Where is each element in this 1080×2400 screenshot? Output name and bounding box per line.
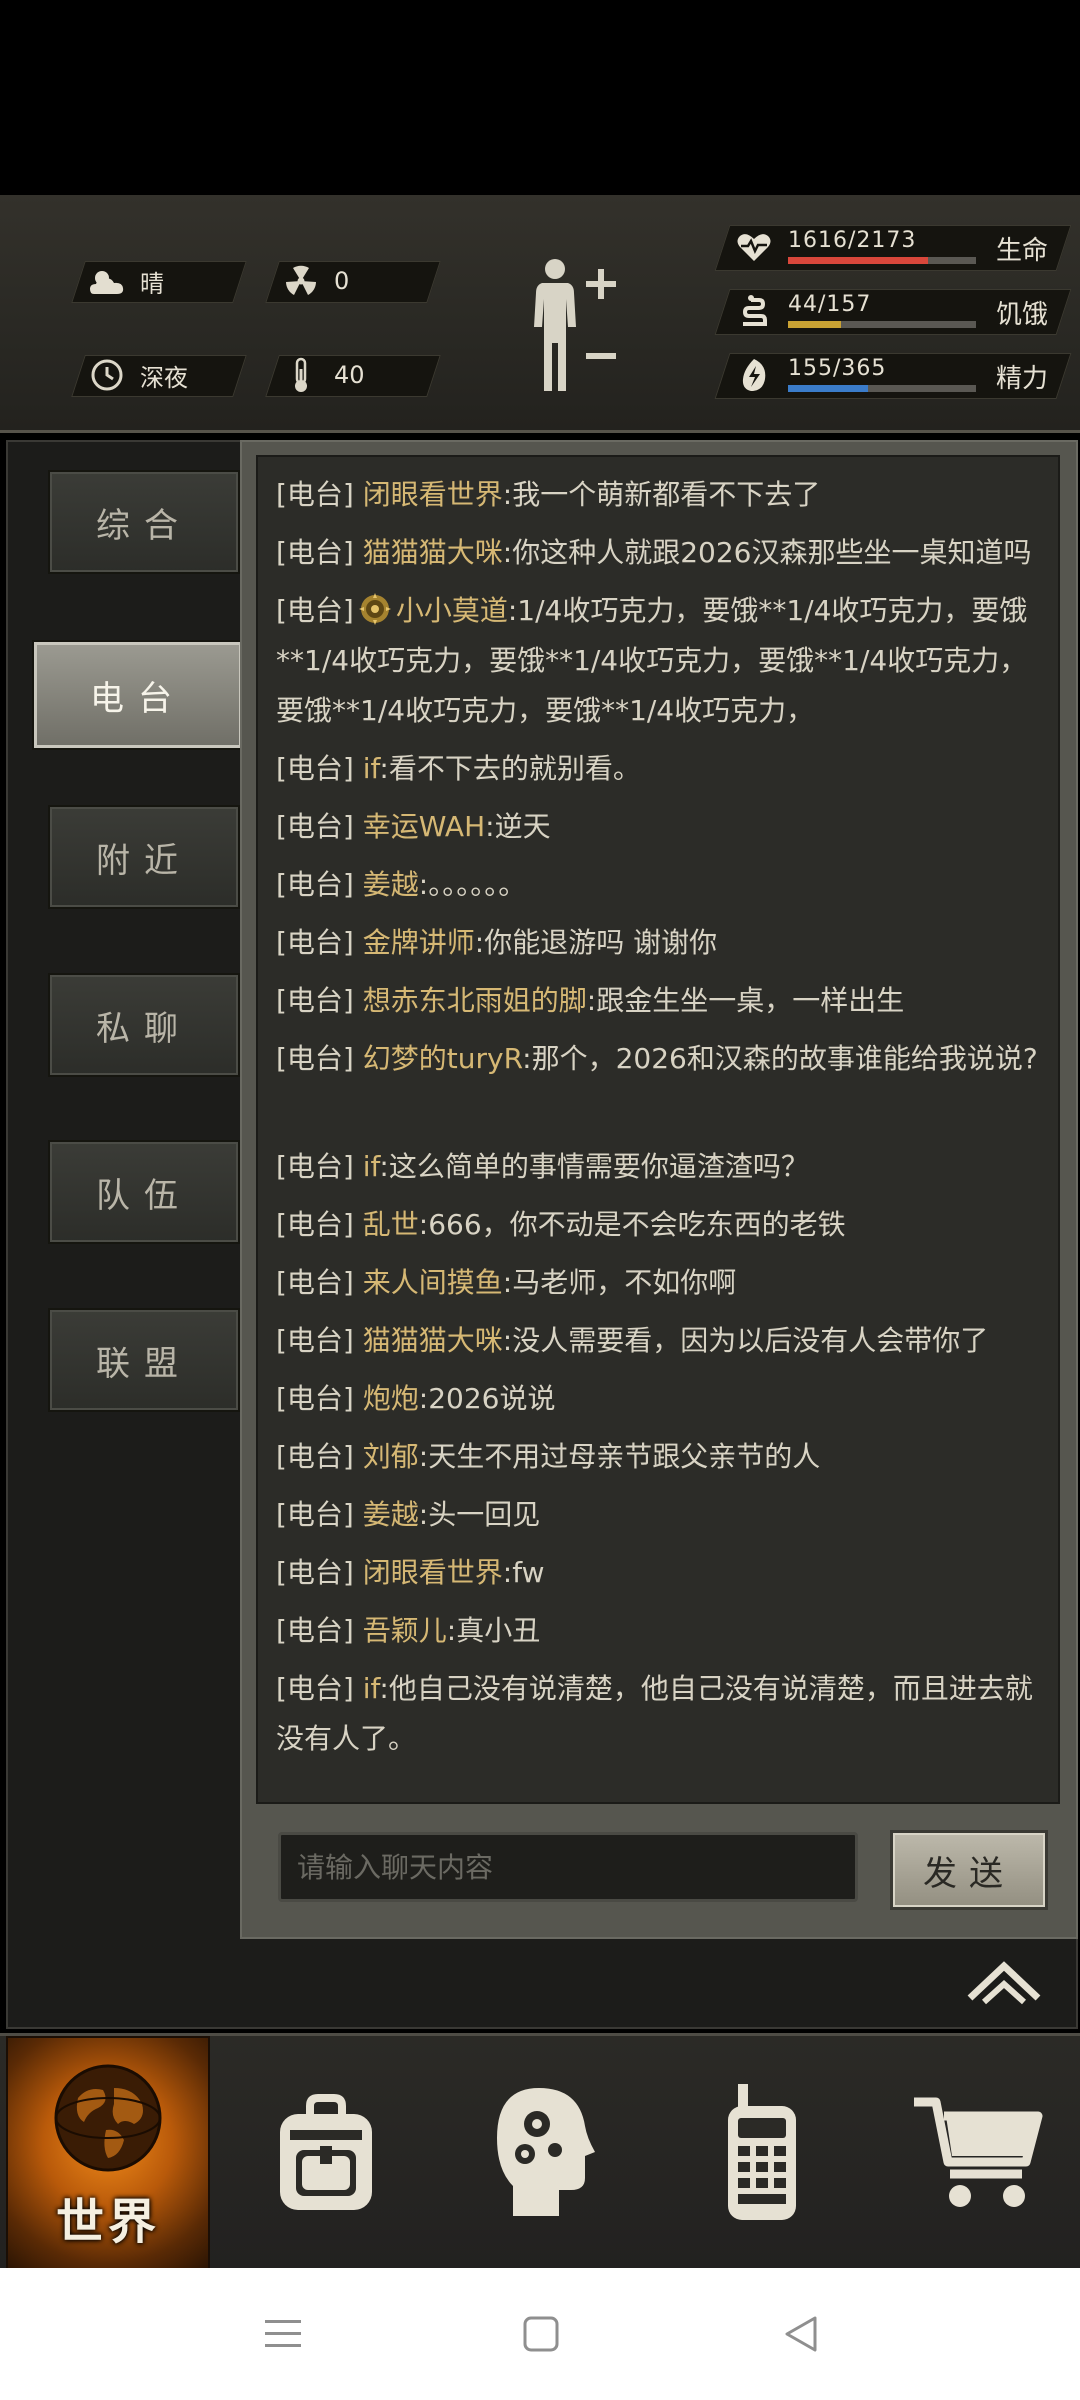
radio-icon (728, 2084, 796, 2220)
chat-input[interactable] (278, 1832, 858, 1902)
weather-text: 晴 (140, 269, 164, 298)
body-status-button[interactable] (520, 255, 630, 395)
back-icon[interactable] (776, 2312, 826, 2356)
menu-icon[interactable] (258, 2312, 308, 2356)
collapse-chat-button[interactable] (966, 1958, 1042, 2008)
tab-nearby[interactable]: 附近 (48, 805, 240, 909)
chat-username[interactable]: 小小莫道 (396, 594, 508, 627)
chat-username[interactable]: 闭眼看世界 (363, 478, 503, 511)
chat-username[interactable]: 猫猫猫大咪 (363, 1324, 503, 1357)
weather-sun-cloud-icon (88, 262, 126, 300)
energy-label: 精力 (995, 364, 1048, 394)
player-badge-icon (358, 592, 392, 626)
hunger-value: 44/157 (788, 292, 872, 317)
chat-message: [电台] 姜越:。。。。。。 (276, 868, 527, 901)
chat-message: [电台] 幻梦的turyR:那个，2026和汉森的故事谁能给我说说? (276, 1042, 1038, 1075)
chat-message: [电台] 来人间摸鱼:马老师，不如你啊 (276, 1266, 737, 1299)
nav-world[interactable]: 世界 (6, 2036, 210, 2272)
chat-username[interactable]: 金牌讲师 (363, 926, 475, 959)
thermometer-icon (282, 356, 320, 394)
globe-icon (54, 2064, 162, 2172)
radiation-display: 0 (282, 261, 349, 301)
player-hud: 晴 0 深夜 40 1616/2173 生命 44/157 饥饿 155/365… (0, 195, 1080, 433)
tab-radio[interactable]: 电台 (32, 640, 244, 750)
chat-username[interactable]: 姜越 (363, 868, 419, 901)
chat-message: [电台] 幸运WAH:逆天 (276, 810, 551, 843)
chevron-up-icon (967, 1961, 1041, 2005)
stat-energy: 155/365 精力 (714, 353, 1072, 399)
time-display: 深夜 (88, 355, 188, 395)
chat-username[interactable]: 乱世 (363, 1208, 419, 1241)
hunger-icon (734, 291, 774, 331)
clock-icon (88, 356, 126, 394)
stat-health: 1616/2173 生命 (714, 225, 1072, 271)
energy-bar (788, 385, 976, 392)
nav-backpack[interactable] (226, 2036, 426, 2268)
backpack-icon (280, 2094, 372, 2210)
chat-username[interactable]: 吾颖儿 (363, 1614, 447, 1647)
system-nav-bar (0, 2268, 1080, 2400)
cart-icon (914, 2097, 1043, 2207)
hunger-bar (788, 321, 976, 328)
chat-username[interactable]: 刘郁 (363, 1440, 419, 1473)
chat-username[interactable]: 来人间摸鱼 (363, 1266, 503, 1299)
chat-message: [电台] 想赤东北雨姐的脚:跟金生坐一桌，一样出生 (276, 984, 905, 1017)
chat-message: [电台] if:看不下去的就别看。 (276, 752, 641, 785)
skills-head-icon (497, 2088, 595, 2216)
chat-message: [电台] 炮炮:2026说说 (276, 1382, 556, 1415)
body-figure-icon (534, 259, 616, 391)
chat-username[interactable]: 猫猫猫大咪 (363, 536, 503, 569)
chat-username[interactable]: 想赤东北雨姐的脚 (363, 984, 587, 1017)
chat-message: [电台] if:他自己没有说清楚，他自己没有说清楚，而且进去就没有人了。 (276, 1672, 1033, 1755)
nav-skills[interactable] (444, 2036, 644, 2268)
chat-username[interactable]: if (363, 1672, 380, 1705)
radiation-icon (282, 262, 320, 300)
temperature-display: 40 (282, 355, 365, 395)
stat-hunger: 44/157 饥饿 (714, 289, 1072, 335)
heart-pulse-icon (734, 227, 774, 267)
health-value: 1616/2173 (788, 228, 917, 253)
energy-value: 155/365 (788, 356, 887, 381)
health-label: 生命 (995, 236, 1048, 266)
tab-private[interactable]: 私聊 (48, 973, 240, 1077)
chat-message: [电台] 闭眼看世界:fw (276, 1556, 545, 1589)
tab-alliance[interactable]: 联盟 (48, 1308, 240, 1412)
energy-icon (734, 355, 774, 395)
chat-message: [电台] 乱世:666，你不动是不会吃东西的老铁 (276, 1208, 846, 1241)
weather-display: 晴 (88, 261, 164, 301)
send-button[interactable]: 发送 (890, 1830, 1048, 1910)
chat-message: [电台] 小小莫道:1/4收巧克力，要饿**1/4收巧克力，要饿**1/4收巧克力… (276, 592, 1028, 727)
chat-username[interactable]: 炮炮 (363, 1382, 419, 1415)
time-of-day-text: 深夜 (140, 363, 188, 392)
chat-message: [电台] 猫猫猫大咪:你这种人就跟2026汉森那些坐一桌知道吗 (276, 536, 1032, 569)
tab-general[interactable]: 综合 (48, 470, 240, 574)
chat-username[interactable]: 幸运WAH (363, 810, 485, 843)
temperature-value: 40 (334, 361, 365, 389)
chat-message: [电台] 金牌讲师:你能退游吗 谢谢你 (276, 926, 718, 959)
chat-username[interactable]: 闭眼看世界 (363, 1556, 503, 1589)
health-bar (788, 257, 976, 264)
tab-team[interactable]: 队伍 (48, 1140, 240, 1244)
home-icon[interactable] (516, 2312, 566, 2356)
chat-message: [电台] 吾颖儿:真小丑 (276, 1614, 541, 1647)
chat-username[interactable]: 姜越 (363, 1498, 419, 1531)
nav-world-label: 世界 (55, 2194, 160, 2250)
status-bar (0, 0, 1080, 195)
bottom-nav: 世界 (0, 2033, 1080, 2272)
chat-username[interactable]: if (363, 1150, 380, 1183)
chat-message: [电台] 刘郁:天生不用过母亲节跟父亲节的人 (276, 1440, 821, 1473)
chat-message: [电台] if:这么简单的事情需要你逼渣渣吗？ (276, 1150, 809, 1183)
chat-username[interactable]: 幻梦的turyR (363, 1042, 522, 1075)
chat-message: [电台] 姜越:头一回见 (276, 1498, 541, 1531)
radiation-value: 0 (334, 267, 350, 295)
nav-shop[interactable] (880, 2036, 1080, 2268)
chat-message: [电台] 猫猫猫大咪:没人需要看，因为以后没有人会带你了 (276, 1324, 989, 1357)
hunger-label: 饥饿 (995, 300, 1048, 330)
nav-radio[interactable] (662, 2036, 862, 2268)
chat-message: [电台] 闭眼看世界:我一个萌新都看不下去了 (276, 478, 821, 511)
chat-username[interactable]: if (363, 752, 380, 785)
